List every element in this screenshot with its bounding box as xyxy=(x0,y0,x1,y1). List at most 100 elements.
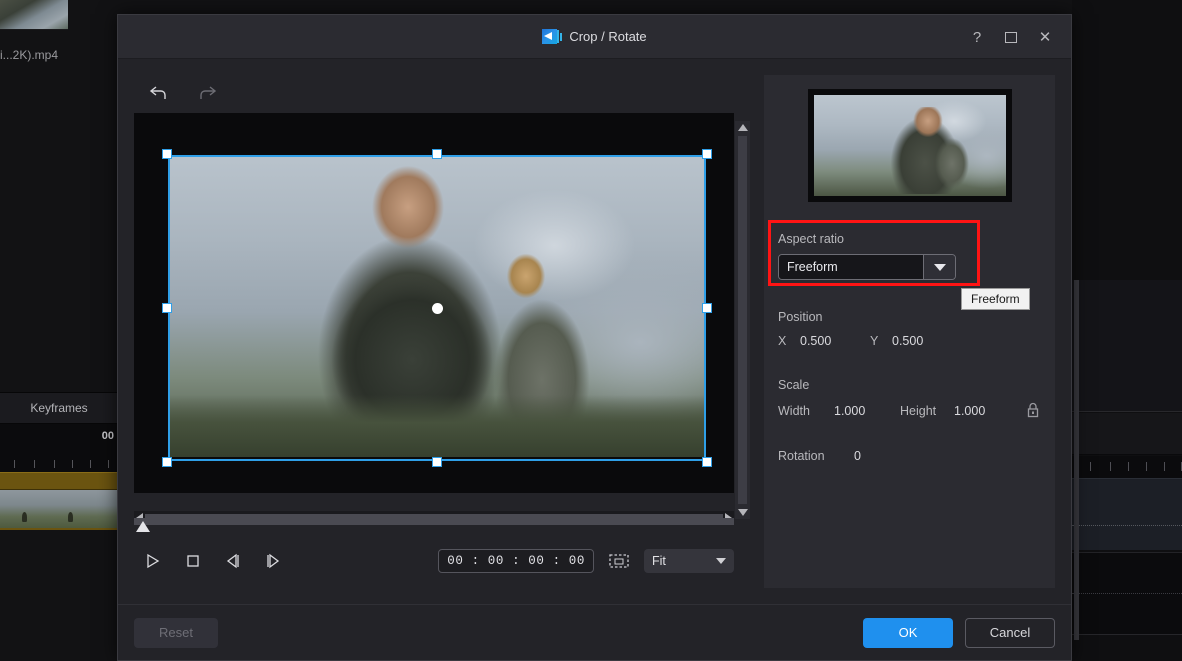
previous-frame-button[interactable] xyxy=(220,549,246,573)
scale-width-label: Width xyxy=(778,403,810,418)
edit-toolbar xyxy=(134,75,750,113)
crop-rotate-app-icon xyxy=(542,29,562,44)
help-button[interactable]: ? xyxy=(963,24,991,50)
background-right-panel xyxy=(1072,0,1182,661)
zoom-mode-value: Fit xyxy=(652,554,666,568)
aspect-ratio-select[interactable]: Freeform xyxy=(778,254,956,280)
keyframes-panel-header[interactable]: Keyframes xyxy=(0,392,118,424)
crop-selection-overlay[interactable] xyxy=(162,149,712,467)
stop-icon xyxy=(187,555,199,567)
position-row: X 0.500 Y 0.500 xyxy=(778,334,1041,348)
scroll-up-arrow-icon[interactable] xyxy=(737,124,748,131)
scale-label: Scale xyxy=(778,378,810,392)
reset-button[interactable]: Reset xyxy=(134,617,218,648)
crop-rotate-dialog: Crop / Rotate ? ✕ 00: 00: 00: 00 Fit … xyxy=(117,14,1072,661)
position-section: Position X 0.500 Y 0.500 xyxy=(778,310,1041,348)
maximize-icon xyxy=(1005,31,1017,43)
crop-handle-bottom-right[interactable] xyxy=(702,457,712,467)
vertical-scroll-thumb[interactable] xyxy=(738,136,747,504)
center-move-handle[interactable] xyxy=(432,303,443,314)
lock-aspect-button[interactable] xyxy=(1025,402,1041,419)
close-button[interactable]: ✕ xyxy=(1031,24,1059,50)
editor-column: 00 : 00 : 00 : 00 Fit xyxy=(134,75,750,588)
properties-panel: Aspect ratio Freeform Freeform Position … xyxy=(764,75,1055,588)
window-controls: ? ✕ xyxy=(963,15,1059,59)
position-y-value[interactable]: 0.500 xyxy=(892,334,923,348)
media-library-thumbnail[interactable] xyxy=(0,0,68,30)
rotation-value[interactable]: 0 xyxy=(854,449,861,463)
bg-panel-section-a xyxy=(1072,280,1182,412)
background-vertical-scrollbar[interactable] xyxy=(1074,280,1079,640)
rotation-label: Rotation xyxy=(778,449,825,463)
crop-handle-bottom-center[interactable] xyxy=(432,457,442,467)
scale-row: Width 1.000 Height 1.000 xyxy=(778,402,1041,419)
playback-timeline-slider[interactable] xyxy=(134,513,734,537)
redo-button[interactable] xyxy=(194,82,220,106)
aspect-ratio-value: Freeform xyxy=(779,255,923,279)
scale-height-label: Height xyxy=(900,403,937,418)
chevron-down-icon xyxy=(716,558,726,564)
stop-button[interactable] xyxy=(180,549,206,573)
bg-panel-section-b xyxy=(1072,413,1182,455)
timecode-field[interactable]: 00 : 00 : 00 : 00 xyxy=(438,549,594,573)
transport-buttons xyxy=(134,549,286,573)
next-frame-button[interactable] xyxy=(260,549,286,573)
timeline-track-header[interactable] xyxy=(0,472,118,490)
redo-icon xyxy=(200,86,217,99)
play-button[interactable] xyxy=(140,549,166,573)
previous-frame-icon xyxy=(226,553,239,569)
result-preview-thumbnail xyxy=(807,89,1012,202)
aspect-ratio-group: Aspect ratio Freeform Freeform xyxy=(768,220,1041,310)
timeline-track[interactable] xyxy=(134,518,734,525)
result-preview-image xyxy=(813,95,1006,196)
undo-button[interactable] xyxy=(146,82,172,106)
cancel-button[interactable]: Cancel xyxy=(965,617,1055,648)
crop-handle-top-left[interactable] xyxy=(162,149,172,159)
position-label: Position xyxy=(778,310,823,324)
undo-icon xyxy=(149,86,166,99)
scale-width-value[interactable]: 1.000 xyxy=(834,404,900,418)
playback-right-group: 00 : 00 : 00 : 00 Fit xyxy=(438,549,734,573)
dialog-titlebar[interactable]: Crop / Rotate ? ✕ xyxy=(118,15,1071,59)
dialog-footer: Reset OK Cancel xyxy=(118,604,1071,660)
next-frame-icon xyxy=(267,553,280,569)
crop-handle-middle-left[interactable] xyxy=(162,303,172,313)
dialog-title-group: Crop / Rotate xyxy=(542,29,647,44)
crop-handle-top-center[interactable] xyxy=(432,149,442,159)
scale-height-value[interactable]: 1.000 xyxy=(954,404,985,418)
preview-vertical-scrollbar[interactable] xyxy=(735,121,750,519)
crop-handle-bottom-left[interactable] xyxy=(162,457,172,467)
position-y-label: Y xyxy=(870,334,879,348)
scale-section: Scale Width 1.000 Height 1.000 xyxy=(778,378,1041,419)
bg-timeline-clip-upper[interactable] xyxy=(1072,478,1182,550)
chevron-down-icon xyxy=(933,263,946,271)
ok-button[interactable]: OK xyxy=(863,617,953,648)
zoom-mode-select[interactable]: Fit xyxy=(644,549,734,573)
lock-icon xyxy=(1027,402,1039,418)
bg-panel-divider xyxy=(1072,634,1182,635)
snapshot-icon xyxy=(609,554,629,568)
bg-timeline-clip-lower[interactable] xyxy=(1072,552,1182,634)
media-filename-label: i...2K).mp4 xyxy=(0,48,59,62)
snapshot-button[interactable] xyxy=(606,549,632,573)
timeline-ruler[interactable]: 00 xyxy=(0,424,118,472)
scroll-down-arrow-icon[interactable] xyxy=(737,509,748,516)
timeline-video-clip[interactable] xyxy=(0,490,118,530)
rotation-row: Rotation 0 xyxy=(778,449,1041,463)
position-x-value[interactable]: 0.500 xyxy=(800,334,870,348)
crop-handle-top-right[interactable] xyxy=(702,149,712,159)
timeline-playhead[interactable] xyxy=(136,521,150,532)
dialog-body: 00 : 00 : 00 : 00 Fit Aspect ratio Freef… xyxy=(118,59,1071,604)
aspect-ratio-label: Aspect ratio xyxy=(778,232,845,246)
keyframes-label: Keyframes xyxy=(30,401,88,415)
play-icon xyxy=(147,553,160,569)
bg-timeline-ticks xyxy=(1072,462,1182,474)
maximize-button[interactable] xyxy=(997,24,1025,50)
position-x-label: X xyxy=(778,334,787,348)
crop-handle-middle-right[interactable] xyxy=(702,303,712,313)
aspect-ratio-dropdown-button[interactable] xyxy=(923,255,955,279)
preview-canvas-wrap xyxy=(134,113,750,525)
timeline-ruler-timecode: 00 xyxy=(101,430,114,442)
dialog-title: Crop / Rotate xyxy=(569,29,647,44)
playback-controls-bar: 00 : 00 : 00 : 00 Fit xyxy=(134,543,734,579)
